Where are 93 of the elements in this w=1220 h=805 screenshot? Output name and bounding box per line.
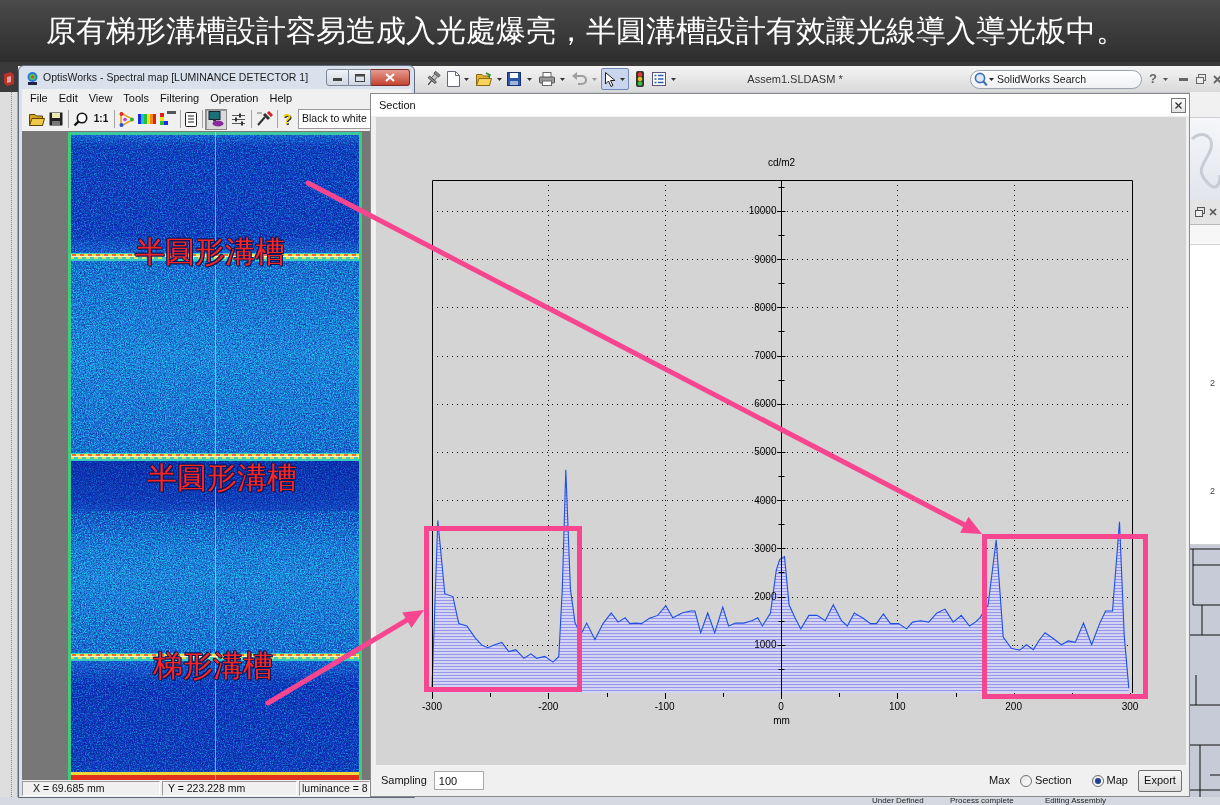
tick-label: 4000 bbox=[754, 494, 777, 506]
tick-label: 100 bbox=[889, 701, 906, 712]
menu-item[interactable]: View bbox=[88, 89, 113, 107]
sliders-icon[interactable] bbox=[231, 111, 246, 127]
menu-item[interactable]: Operation bbox=[210, 89, 259, 107]
minimize-icon bbox=[333, 78, 342, 81]
tick-label: 6000 bbox=[754, 398, 777, 410]
folder-icon[interactable] bbox=[476, 72, 492, 86]
menu-item[interactable]: Help bbox=[269, 89, 293, 107]
tick-label: 1000 bbox=[754, 639, 777, 651]
max-label: Max bbox=[989, 773, 1010, 789]
axis-title: mm bbox=[773, 715, 790, 726]
sampling-label: Sampling bbox=[381, 773, 427, 789]
caret-icon bbox=[620, 77, 625, 81]
radio-button[interactable] bbox=[1091, 774, 1104, 787]
radio-label: Map bbox=[1106, 773, 1128, 789]
app-icon[interactable] bbox=[3, 72, 15, 86]
menu-item[interactable]: Filtering bbox=[160, 89, 200, 107]
restore-icon[interactable] bbox=[1195, 207, 1205, 217]
brush-icon[interactable] bbox=[256, 111, 273, 127]
menu-item[interactable]: Edit bbox=[58, 89, 78, 107]
minimize-icon[interactable] bbox=[1179, 77, 1188, 81]
tick-label: 8000 bbox=[754, 301, 777, 313]
new-document-icon[interactable] bbox=[447, 71, 460, 87]
close-button[interactable] bbox=[371, 69, 410, 86]
printer-icon[interactable] bbox=[539, 72, 555, 86]
status-text: Under Defined bbox=[872, 797, 925, 805]
document-title: Assem1.SLDASM * bbox=[746, 71, 844, 87]
color-triangle-icon[interactable] bbox=[119, 111, 134, 127]
slide-title: 原有梯形溝槽設計容易造成入光處爆亮，半圓溝槽設計有效讓光線導入導光板中。 bbox=[46, 13, 1126, 49]
close-icon bbox=[385, 73, 395, 82]
caret-icon[interactable] bbox=[1163, 77, 1168, 81]
tick-label: 7000 bbox=[754, 350, 777, 361]
status-text: X = 69.685 mm bbox=[22, 781, 160, 796]
monitor-icon bbox=[208, 111, 224, 127]
pushpin-icon[interactable] bbox=[425, 71, 441, 87]
save-icon[interactable] bbox=[49, 112, 63, 126]
tick-label: 200 bbox=[1005, 701, 1022, 712]
zoom-ratio-button[interactable]: 1:1 bbox=[92, 112, 110, 126]
restore-icon[interactable] bbox=[1196, 74, 1206, 84]
axis-title: cd/m2 bbox=[767, 157, 796, 168]
caret-icon[interactable] bbox=[497, 77, 502, 81]
palette-dropdown[interactable]: Black to white bbox=[298, 109, 370, 129]
map-view-button[interactable] bbox=[205, 108, 227, 130]
tick-label: 10000 bbox=[748, 205, 777, 217]
panel-label: 2 bbox=[1210, 378, 1215, 388]
close-icon[interactable] bbox=[1209, 208, 1217, 216]
caret-icon[interactable] bbox=[464, 77, 469, 81]
caret-icon[interactable] bbox=[560, 77, 565, 81]
search-field[interactable]: SolidWorks Search bbox=[970, 69, 1142, 89]
tick-label: -100 bbox=[654, 701, 675, 712]
tick-label: 3000 bbox=[754, 542, 777, 554]
select-tool-button[interactable] bbox=[601, 68, 629, 90]
window-title: OptisWorks - Spectral map [LUMINANCE DETECTOR 1] bbox=[43, 69, 309, 85]
export-button[interactable]: Export bbox=[1138, 769, 1182, 792]
tick-label: -300 bbox=[422, 701, 442, 712]
tick-label: -200 bbox=[538, 701, 559, 712]
status-text: Y = 223.228 mm bbox=[162, 781, 297, 796]
document-icon[interactable] bbox=[185, 111, 197, 127]
search-icon bbox=[974, 71, 994, 87]
radio-button[interactable] bbox=[1019, 774, 1032, 787]
cursor-icon bbox=[605, 71, 616, 87]
search-icon[interactable] bbox=[73, 111, 88, 127]
close-icon[interactable] bbox=[1213, 74, 1220, 84]
maximize-icon bbox=[354, 73, 365, 82]
app-icon[interactable] bbox=[26, 70, 39, 85]
close-icon bbox=[1175, 101, 1182, 109]
radio-label: Section bbox=[1034, 773, 1072, 789]
panel-label: 2 bbox=[1210, 486, 1215, 496]
tick-label: 0 bbox=[778, 701, 784, 712]
folder-icon[interactable] bbox=[29, 112, 45, 126]
minimize-button[interactable] bbox=[326, 69, 349, 86]
window-title: Section bbox=[379, 97, 416, 113]
checklist-icon[interactable] bbox=[652, 72, 666, 86]
color-grid-icon[interactable] bbox=[160, 111, 176, 127]
color-scale-icon[interactable] bbox=[138, 114, 156, 124]
status-text: luminance = 8 bbox=[299, 781, 370, 796]
tick-label: 5000 bbox=[754, 446, 777, 458]
tick-label: 9000 bbox=[754, 253, 777, 265]
traffic-light-icon[interactable] bbox=[636, 71, 644, 87]
sampling-field[interactable]: 100 bbox=[433, 771, 484, 790]
status-text: Editing Assembly bbox=[1045, 797, 1107, 805]
status-text: Process complete bbox=[950, 797, 1015, 805]
close-button[interactable] bbox=[1171, 97, 1186, 113]
help-button[interactable]: ? bbox=[1149, 72, 1158, 86]
menu-item[interactable]: Tools bbox=[123, 89, 150, 107]
tick-label: 300 bbox=[1121, 701, 1139, 712]
menu-item[interactable]: File bbox=[30, 89, 48, 107]
map-label: 梯形溝槽 bbox=[153, 650, 273, 682]
caret-icon[interactable] bbox=[527, 77, 532, 81]
save-icon[interactable] bbox=[507, 72, 521, 86]
caret-icon[interactable] bbox=[671, 77, 676, 81]
maximize-button[interactable] bbox=[349, 69, 371, 86]
